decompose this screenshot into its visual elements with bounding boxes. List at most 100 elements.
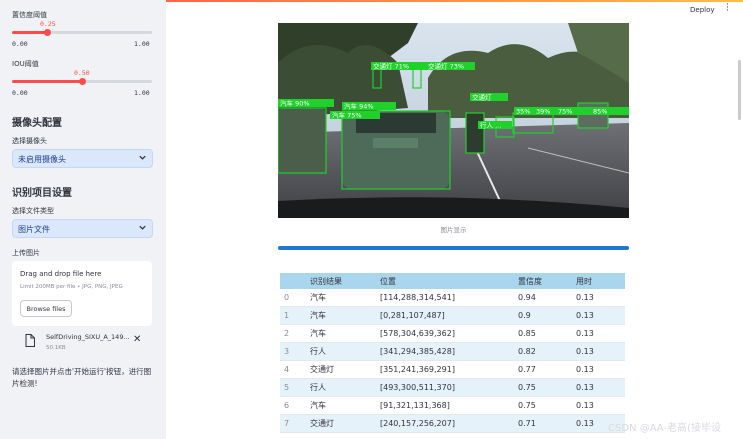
detection-progress-fill	[278, 246, 629, 250]
table-cell: [578,304,639,362]	[376, 324, 514, 343]
column-header[interactable]	[280, 273, 306, 289]
table-row: 5 行人 [493,300,511,370] 0.75 0.13	[280, 378, 625, 397]
detection-result-image: 交通灯 71% 交通灯 73% 汽车 90% 汽车 94% 汽车 75% 交通灯…	[278, 23, 629, 218]
camera-select[interactable]: 未启用摄像头	[12, 149, 153, 168]
table-cell: 行人	[306, 342, 376, 361]
table-cell: 交通灯	[306, 360, 376, 379]
watermark: CSDN @AA-老高(接毕设	[608, 423, 721, 434]
table-row: 1 汽车 [0,281,107,487] 0.9 0.13	[280, 306, 625, 325]
camera-select-label: 选择摄像头	[12, 137, 47, 145]
table-cell: 0.75	[514, 396, 572, 415]
table-cell: 0.13	[572, 342, 625, 361]
table-cell: [0,281,107,487]	[376, 306, 514, 325]
table-cell: 1	[280, 306, 306, 325]
detection-label: 汽车 90%	[280, 99, 310, 108]
table-cell: 行人	[306, 378, 376, 397]
dropzone-title: Drag and drop file here	[20, 270, 102, 278]
detection-progress-bar	[278, 246, 629, 250]
chevron-down-icon	[139, 155, 146, 160]
deploy-button[interactable]: Deploy	[690, 6, 715, 14]
table-cell: 0.13	[572, 289, 625, 307]
project-section-heading: 识别项目设置	[12, 188, 72, 199]
iou-threshold-fill	[12, 80, 82, 83]
remove-file-close-icon[interactable]: ✕	[133, 334, 141, 345]
filetype-select[interactable]: 图片文件	[12, 219, 153, 238]
conf-threshold-thumb[interactable]	[43, 29, 51, 36]
table-cell: 0.85	[514, 324, 572, 343]
iou-threshold-thumb[interactable]	[78, 78, 86, 85]
main-menu-icon[interactable]: · · ·	[726, 1, 729, 16]
conf-threshold-slider[interactable]	[12, 29, 152, 36]
uploaded-file-name: SelfDriving_SIXU_A_149...	[46, 333, 130, 341]
filetype-select-value: 图片文件	[18, 225, 50, 234]
iou-threshold-label: IOU阈值	[12, 60, 39, 68]
table-cell: 0.75	[514, 378, 572, 397]
detection-label: 行人 ...	[480, 121, 501, 130]
table-cell: [240,157,256,207]	[376, 414, 514, 433]
table-cell: 3	[280, 342, 306, 361]
conf-threshold-max: 1.00	[134, 40, 150, 48]
conf-threshold-min: 0.00	[12, 40, 28, 48]
table-row: 7 交通灯 [240,157,256,207] 0.71 0.13	[280, 414, 625, 433]
results-table: 识别结果 位置 置信度 用时 0 汽车 [114,288,314,541] 0.…	[280, 273, 625, 433]
table-cell: 汽车	[306, 324, 376, 343]
browse-files-button[interactable]: Browse files	[20, 300, 72, 317]
table-cell: [493,300,511,370]	[376, 378, 514, 397]
uploaded-file: SelfDriving_SIXU_A_149... 50.1KB ✕	[22, 333, 152, 355]
filetype-select-label: 选择文件类型	[12, 207, 54, 215]
dropzone-limit-text: Limit 200MB per file • JPG, PNG, JPEG	[20, 284, 123, 290]
table-cell: 0.13	[572, 324, 625, 343]
detection-label: 35%	[516, 108, 530, 116]
table-row: 2 汽车 [578,304,639,362] 0.85 0.13	[280, 324, 625, 343]
table-cell: 6	[280, 396, 306, 415]
table-row: 6 汽车 [91,321,131,368] 0.75 0.13	[280, 396, 625, 415]
detection-label: 交通灯	[472, 93, 492, 102]
instruction-text: 请选择图片并点击'开始运行'按钮，进行图片检测!	[12, 367, 152, 388]
table-cell: 0.71	[514, 414, 572, 433]
detection-label: 交通灯 71%	[373, 62, 409, 71]
table-cell: [341,294,385,428]	[376, 342, 514, 361]
table-cell: [91,321,131,368]	[376, 396, 514, 415]
detection-label: 39%	[536, 108, 550, 116]
column-header[interactable]: 用时	[572, 273, 625, 289]
table-header-row: 识别结果 位置 置信度 用时	[280, 273, 625, 289]
table-cell: 2	[280, 324, 306, 343]
iou-threshold-min: 0.00	[12, 89, 28, 97]
table-cell: 0.13	[572, 378, 625, 397]
table-cell: 0.13	[572, 360, 625, 379]
table-cell: 0.82	[514, 342, 572, 361]
file-dropzone[interactable]: Drag and drop file here Limit 200MB per …	[12, 261, 152, 326]
detection-label: 75%	[558, 108, 572, 116]
table-cell: 汽车	[306, 306, 376, 325]
conf-threshold-value: 0.25	[40, 20, 56, 28]
table-cell: 0.13	[572, 306, 625, 325]
table-cell: 汽车	[306, 289, 376, 307]
detection-label: 85%	[593, 108, 607, 116]
table-cell: 4	[280, 360, 306, 379]
table-cell: [351,241,369,291]	[376, 360, 514, 379]
detection-label: 汽车 94%	[344, 102, 374, 111]
iou-threshold-value: 0.50	[74, 69, 90, 77]
iou-threshold-slider[interactable]	[12, 78, 152, 85]
column-header[interactable]: 识别结果	[306, 273, 376, 289]
table-cell: 0.94	[514, 289, 572, 307]
uploaded-file-size: 50.1KB	[46, 345, 66, 351]
chevron-down-icon	[139, 225, 146, 230]
table-row: 0 汽车 [114,288,314,541] 0.94 0.13	[280, 289, 625, 307]
iou-threshold-max: 1.00	[134, 89, 150, 97]
table-cell: 0	[280, 289, 306, 307]
table-cell: 0.9	[514, 306, 572, 325]
image-caption: 图片显示	[440, 226, 467, 234]
column-header[interactable]: 置信度	[514, 273, 572, 289]
table-cell: 0.77	[514, 360, 572, 379]
table-cell: 7	[280, 414, 306, 433]
conf-threshold-label: 置信度阈值	[12, 11, 47, 19]
main-scrollbar[interactable]	[738, 60, 741, 120]
table-cell: 0.13	[572, 396, 625, 415]
camera-section-heading: 摄像头配置	[12, 118, 62, 129]
conf-threshold-fill	[12, 31, 47, 34]
column-header[interactable]: 位置	[376, 273, 514, 289]
detection-label: 交通灯 73%	[428, 62, 464, 71]
table-cell: 汽车	[306, 396, 376, 415]
table-row: 3 行人 [341,294,385,428] 0.82 0.13	[280, 342, 625, 361]
